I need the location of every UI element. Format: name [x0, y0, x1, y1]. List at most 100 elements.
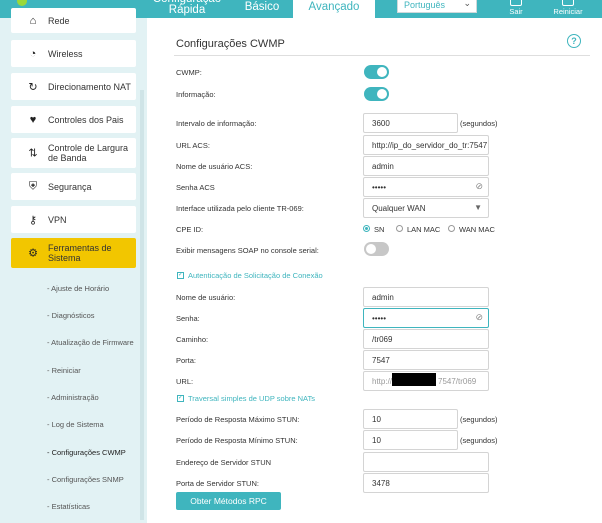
stun-port-label: Porta de Servidor STUN: — [176, 479, 259, 488]
sidebar-item-rede[interactable]: ⌂ Rede — [11, 8, 136, 33]
inform-toggle[interactable] — [364, 87, 389, 101]
cpe-label: CPE ID: — [176, 225, 204, 234]
logout-button[interactable]: Sair — [496, 0, 536, 16]
cpe-wanmac-radio[interactable] — [448, 225, 455, 232]
cr-pass-value: ••••• — [372, 314, 387, 323]
tab-quick-setup[interactable]: Configuração Rápida — [148, 0, 226, 16]
acs-pass-label: Senha ACS — [176, 183, 215, 192]
acs-url-label: URL ACS: — [176, 141, 210, 150]
sidebar-item-label: Ferramentas de Sistema — [48, 243, 112, 263]
tab-advanced[interactable]: Avançado — [293, 0, 375, 18]
sidebar-item-label: Controle de Largura de Banda — [48, 143, 129, 163]
sidebar-item-vpn[interactable]: ⚷ VPN — [11, 206, 136, 233]
acs-user-input[interactable]: admin — [363, 156, 489, 176]
toggle-knob — [377, 67, 387, 77]
url-label: URL: — [176, 377, 194, 386]
nat-icon: ↻ — [28, 81, 38, 93]
acs-url-input[interactable]: http://ip_do_servidor_do_tr:7547 — [363, 135, 489, 155]
cpe-wanmac-label: WAN MAC — [459, 225, 495, 234]
inform-interval-label: Intervalo de informação: — [176, 119, 257, 128]
subitem-admin[interactable]: - Administração — [47, 393, 99, 402]
language-select[interactable]: Português ⌄ — [397, 0, 477, 13]
conn-req-label: Autenticação de Solicitação de Conexão — [188, 271, 323, 280]
subitem-system-log[interactable]: - Log de Sistema — [47, 420, 104, 429]
sidebar-item-system-tools[interactable]: ⚙ Ferramentas de Sistema — [11, 238, 136, 268]
wifi-icon: ◔ — [29, 47, 37, 60]
cpe-sn-label: SN — [374, 225, 385, 234]
iface-value: Qualquer WAN — [372, 204, 426, 213]
cr-pass-label: Senha: — [176, 314, 200, 323]
inform-label: Informação: — [176, 90, 216, 99]
help-icon[interactable]: ? — [567, 34, 581, 48]
acs-pass-value: ••••• — [372, 183, 387, 192]
sidebar-item-bandwidth[interactable]: ⇅ Controle de Largura de Banda — [11, 138, 136, 168]
title-divider — [174, 55, 590, 56]
cr-user-input[interactable]: admin — [363, 287, 489, 307]
sidebar-item-label: Rede — [48, 15, 70, 26]
logout-label: Sair — [509, 7, 523, 16]
sidebar-item-security[interactable]: ⛨ Segurança — [11, 173, 136, 200]
inform-interval-input[interactable]: 3600 — [363, 113, 458, 133]
subitem-cwmp[interactable]: - Configurações CWMP — [47, 448, 126, 457]
sidebar-item-parental[interactable]: ♥ Controles dos Pais — [11, 106, 136, 133]
sidebar-item-label: Direcionamento NAT — [48, 81, 131, 92]
subitem-firmware[interactable]: - Atualização de Firmware — [47, 338, 134, 347]
parental-icon: ♥ — [29, 113, 37, 126]
cpe-sn-radio[interactable] — [363, 225, 370, 232]
reboot-label: Reiniciar — [553, 7, 583, 16]
port-label: Porta: — [176, 356, 197, 365]
chevron-down-icon: ▼ — [474, 203, 482, 212]
path-label: Caminho: — [176, 335, 209, 344]
subitem-time[interactable]: - Ajuste de Horário — [47, 284, 109, 293]
seconds-unit: (segundos) — [460, 436, 498, 445]
page-title: Configurações CWMP — [176, 38, 285, 50]
stun-server-input[interactable] — [363, 452, 489, 472]
vpn-icon: ⚷ — [28, 214, 38, 226]
url-suffix: 7547/tr069 — [438, 377, 477, 386]
gear-icon: ⚙ — [28, 247, 38, 260]
bandwidth-icon: ⇅ — [28, 147, 38, 160]
eye-off-icon[interactable]: ⊘ — [475, 312, 483, 323]
seconds-unit: (segundos) — [460, 415, 498, 424]
network-icon: ⌂ — [29, 14, 37, 27]
chevron-down-icon: ⌄ — [463, 0, 471, 8]
reboot-button[interactable]: Reiniciar — [548, 0, 588, 16]
logo-icon — [17, 0, 27, 6]
stun-min-label: Período de Resposta Mínimo STUN: — [176, 436, 298, 445]
subitem-snmp[interactable]: - Configurações SNMP — [47, 475, 124, 484]
stun-min-input[interactable]: 10 — [363, 430, 458, 450]
get-rpc-methods-button[interactable]: Obter Métodos RPC — [176, 492, 281, 510]
tab-basic[interactable]: Básico — [236, 1, 288, 13]
conn-req-checkbox[interactable]: ✓ — [177, 272, 184, 279]
sidebar-item-wireless[interactable]: ◔ Wireless — [11, 40, 136, 67]
toggle-knob — [377, 89, 387, 99]
soap-toggle[interactable] — [364, 242, 389, 256]
port-input[interactable]: 7547 — [363, 350, 489, 370]
reboot-icon — [562, 0, 574, 6]
stun-port-input[interactable]: 3478 — [363, 473, 489, 493]
language-value: Português — [404, 0, 446, 10]
subitem-reboot[interactable]: - Reiniciar — [47, 366, 81, 375]
sidebar-item-nat[interactable]: ↻ Direcionamento NAT — [11, 73, 136, 100]
cwmp-toggle[interactable] — [364, 65, 389, 79]
eye-off-icon[interactable]: ⊘ — [475, 181, 483, 192]
acs-pass-input[interactable]: ••••• ⊘ — [363, 177, 489, 197]
sidebar-item-label: Wireless — [48, 48, 83, 59]
iface-select[interactable]: Qualquer WAN ▼ — [363, 198, 489, 218]
logout-icon — [510, 0, 522, 6]
seconds-unit: (segundos) — [460, 119, 498, 128]
subitem-diagnostics[interactable]: - Diagnósticos — [47, 311, 95, 320]
stun-server-label: Endereço de Servidor STUN — [176, 458, 272, 467]
sidebar-item-label: Segurança — [48, 181, 92, 192]
subitem-statistics[interactable]: - Estatísticas — [47, 502, 90, 511]
cwmp-label: CWMP: — [176, 68, 202, 77]
path-input[interactable]: /tr069 — [363, 329, 489, 349]
sidebar-item-label: Controles dos Pais — [48, 114, 124, 125]
stun-max-label: Período de Resposta Máximo STUN: — [176, 415, 300, 424]
redaction-block — [392, 373, 436, 386]
stun-checkbox[interactable]: ✓ — [177, 395, 184, 402]
cr-pass-input[interactable]: ••••• ⊘ — [363, 308, 489, 328]
sidebar-scroll-rail[interactable] — [140, 90, 144, 520]
cpe-lanmac-radio[interactable] — [396, 225, 403, 232]
stun-max-input[interactable]: 10 — [363, 409, 458, 429]
